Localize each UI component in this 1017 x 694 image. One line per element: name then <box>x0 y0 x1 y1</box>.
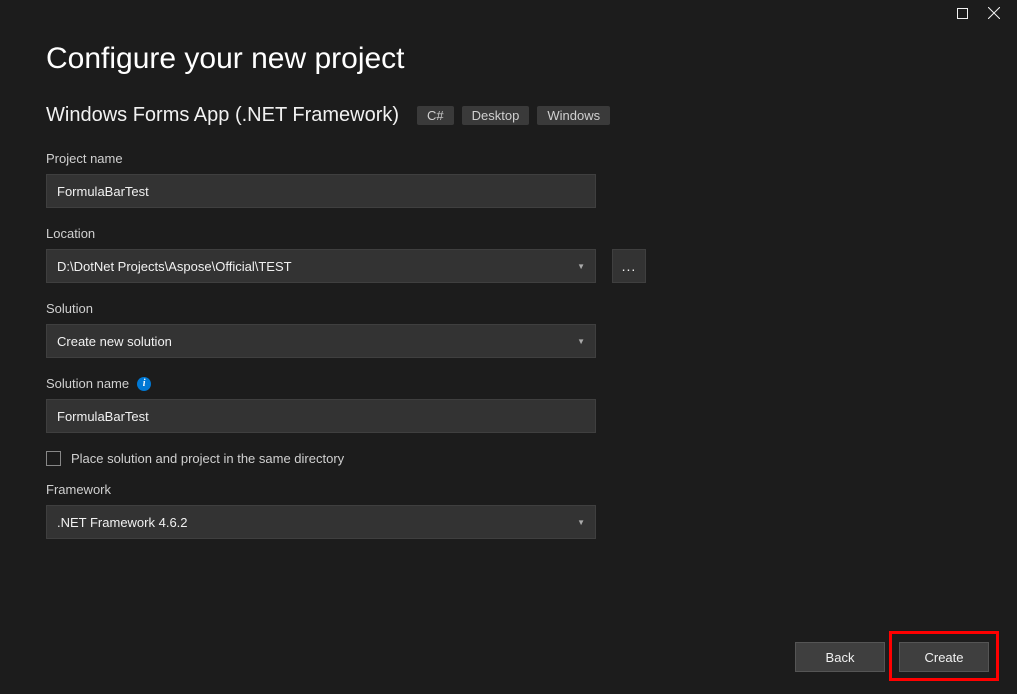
create-button[interactable]: Create <box>899 642 989 672</box>
location-label: Location <box>46 226 971 241</box>
location-value: D:\DotNet Projects\Aspose\Official\TEST <box>57 259 292 274</box>
info-icon[interactable]: i <box>137 377 151 391</box>
browse-button[interactable]: ... <box>612 249 646 283</box>
page-title: Configure your new project <box>46 42 971 76</box>
tag-csharp: C# <box>417 106 454 125</box>
framework-label: Framework <box>46 482 971 497</box>
project-template-subtitle: Windows Forms App (.NET Framework) <box>46 104 399 127</box>
chevron-down-icon: ▼ <box>577 518 585 527</box>
maximize-icon[interactable] <box>955 6 969 20</box>
framework-dropdown[interactable]: .NET Framework 4.6.2 ▼ <box>46 505 596 539</box>
chevron-down-icon: ▼ <box>577 262 585 271</box>
same-directory-label: Place solution and project in the same d… <box>71 451 344 466</box>
chevron-down-icon: ▼ <box>577 337 585 346</box>
solution-value: Create new solution <box>57 334 172 349</box>
framework-value: .NET Framework 4.6.2 <box>57 515 188 530</box>
tag-desktop: Desktop <box>462 106 530 125</box>
solution-dropdown[interactable]: Create new solution ▼ <box>46 324 596 358</box>
solution-name-input[interactable] <box>46 399 596 433</box>
project-name-input[interactable] <box>46 174 596 208</box>
same-directory-checkbox[interactable] <box>46 451 61 466</box>
location-dropdown[interactable]: D:\DotNet Projects\Aspose\Official\TEST … <box>46 249 596 283</box>
project-name-label: Project name <box>46 151 971 166</box>
solution-label: Solution <box>46 301 971 316</box>
solution-name-label: Solution name <box>46 376 129 391</box>
tag-windows: Windows <box>537 106 610 125</box>
back-button[interactable]: Back <box>795 642 885 672</box>
close-icon[interactable] <box>987 6 1001 20</box>
